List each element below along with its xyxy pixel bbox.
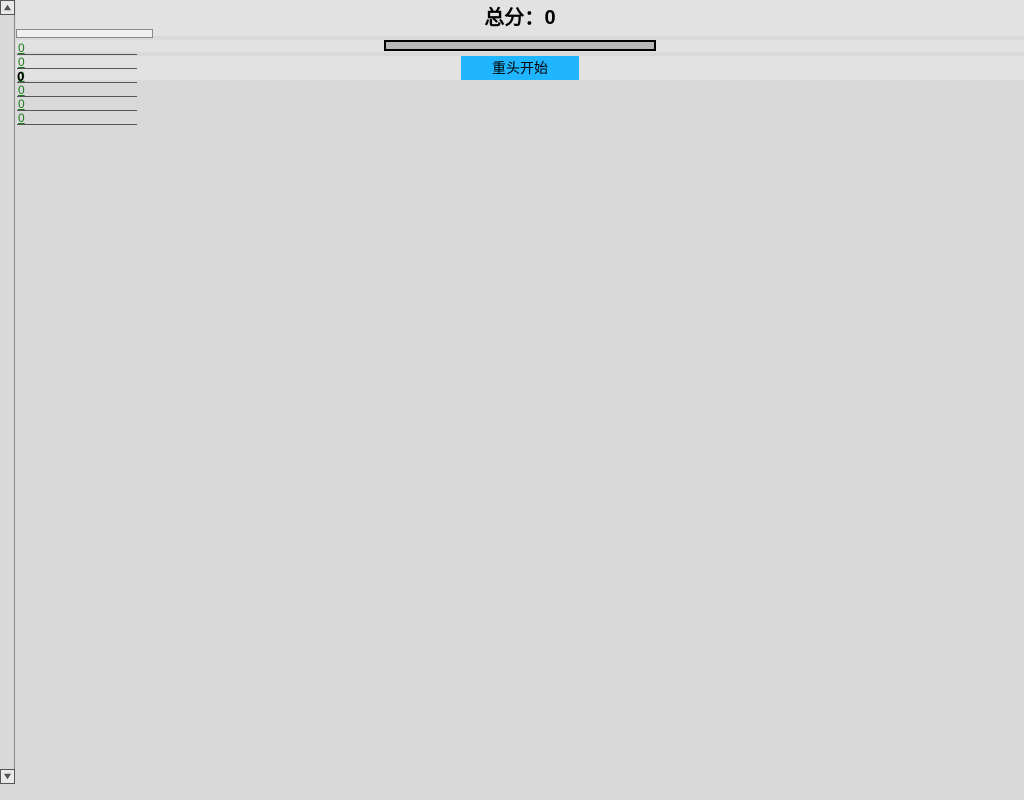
restart-button[interactable]: 重头开始 [461, 56, 579, 80]
arrow-down-icon [3, 772, 12, 781]
main-content: 总分：0 重头开始 [16, 0, 1024, 84]
restart-row: 重头开始 [16, 56, 1024, 80]
list-item[interactable]: 0 [17, 97, 137, 111]
progress-bar [384, 40, 656, 51]
list-item[interactable]: 0 [17, 69, 137, 83]
scroll-up-button[interactable] [0, 0, 15, 15]
list-item[interactable]: 0 [17, 83, 137, 97]
image-placeholder [16, 29, 153, 38]
progress-row [16, 40, 1024, 52]
scroll-down-button[interactable] [0, 769, 15, 784]
list-item[interactable]: 0 [17, 111, 137, 125]
arrow-up-icon [3, 3, 12, 12]
vertical-scrollbar[interactable] [0, 0, 15, 784]
list-item[interactable]: 0 [17, 55, 137, 69]
score-prefix: 总分： [484, 7, 544, 29]
score-value: 0 [544, 7, 555, 29]
list-item[interactable]: 0 [17, 41, 137, 55]
zero-link-list: 0 0 0 0 0 0 [17, 41, 137, 125]
score-row: 总分：0 [16, 0, 1024, 36]
